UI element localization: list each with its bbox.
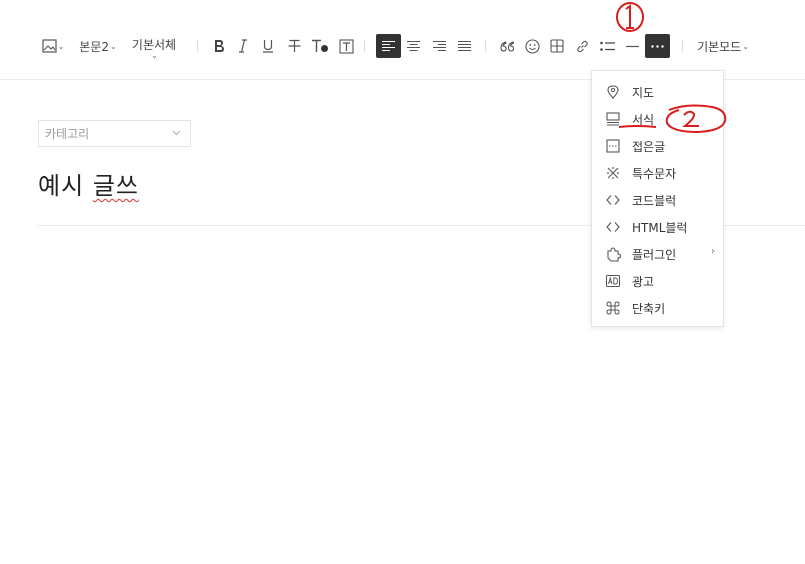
menu-item-map[interactable]: 지도: [592, 78, 723, 105]
chevron-down-icon: [172, 130, 181, 136]
align-right-icon: [432, 40, 446, 51]
align-justify-icon: [457, 40, 471, 51]
post-title-input[interactable]: 예시 글쓰: [38, 166, 139, 201]
menu-item-label: 접은글: [632, 140, 666, 154]
menu-item-label: 지도: [632, 86, 655, 100]
chevron-down-icon: ⌄: [57, 41, 65, 51]
strikethrough-button[interactable]: [285, 34, 303, 58]
font-family-select[interactable]: 기본서체 ⌄: [129, 34, 179, 60]
insert-image-button[interactable]: ⌄: [40, 34, 66, 58]
quote-button[interactable]: [497, 34, 517, 58]
menu-item-label: 코드블럭: [632, 194, 677, 208]
category-select[interactable]: 카테고리: [38, 120, 191, 147]
toolbar-divider: [197, 40, 198, 52]
paragraph-style-select[interactable]: 본문2 ⌄: [78, 34, 118, 58]
align-left-icon: [382, 40, 395, 51]
title-misspelled-text: 글쓰: [92, 172, 139, 200]
chevron-right-icon: ›: [711, 246, 715, 257]
html-code-icon: [605, 219, 621, 235]
menu-item-plugin[interactable]: 플러그인 ›: [592, 240, 723, 267]
align-justify-button[interactable]: [454, 34, 474, 58]
menu-item-label: 단축키: [632, 302, 666, 316]
category-placeholder: 카테고리: [45, 127, 90, 141]
more-options-button[interactable]: [645, 34, 670, 58]
italic-button[interactable]: [234, 34, 252, 58]
text-background-button[interactable]: [336, 34, 356, 58]
command-icon: [605, 300, 621, 316]
menu-item-html-block[interactable]: HTML블럭: [592, 213, 723, 240]
emoticon-button[interactable]: [522, 34, 542, 58]
chevron-down-icon: ⌄: [110, 41, 117, 51]
bold-icon: [215, 40, 224, 52]
map-pin-icon: [605, 84, 621, 100]
editor-toolbar: ⌄ 본문2 ⌄ 기본서체 ⌄ 기본모드 ⌄: [0, 0, 805, 80]
more-options-dropdown: 지도 서식 접은글 특수문자 코드블럭 HTML블럭 플러그인 › 광고 단축키: [591, 70, 724, 327]
menu-item-fold[interactable]: 접은글: [592, 132, 723, 159]
bold-button[interactable]: [210, 34, 228, 58]
menu-item-code-block[interactable]: 코드블럭: [592, 186, 723, 213]
fold-icon: [605, 138, 621, 154]
text-color-button[interactable]: [310, 34, 330, 58]
menu-item-label: 광고: [632, 275, 655, 289]
strikethrough-icon: [288, 39, 300, 52]
chevron-down-icon: ⌄: [151, 50, 158, 60]
menu-item-label: HTML블럭: [632, 221, 688, 235]
editor-mode-select[interactable]: 기본모드 ⌄: [694, 34, 752, 58]
paragraph-style-label: 본문2: [79, 39, 109, 54]
toolbar-divider: [364, 40, 365, 52]
text-color-icon: [312, 39, 328, 52]
code-icon: [605, 192, 621, 208]
quote-icon: [500, 40, 514, 52]
align-left-button[interactable]: [376, 34, 401, 58]
link-icon: [576, 40, 588, 52]
text-background-icon: [338, 38, 354, 54]
align-center-button[interactable]: [403, 34, 423, 58]
font-family-label: 기본서체: [131, 37, 177, 52]
horizontal-line-button[interactable]: [622, 34, 642, 58]
image-icon: [42, 39, 57, 53]
plugin-icon: [605, 246, 621, 262]
menu-item-label: 서식: [632, 113, 655, 127]
menu-item-ad[interactable]: 광고: [592, 267, 723, 294]
title-text: 예시: [38, 172, 85, 200]
smiley-icon: [524, 38, 540, 54]
align-right-button[interactable]: [429, 34, 449, 58]
link-button[interactable]: [572, 34, 592, 58]
menu-item-label: 플러그인: [632, 248, 677, 262]
special-char-icon: [605, 165, 621, 181]
ad-icon: [605, 273, 621, 289]
table-button[interactable]: [547, 34, 567, 58]
menu-item-shortcuts[interactable]: 단축키: [592, 294, 723, 321]
underline-icon: [263, 40, 273, 53]
menu-item-template[interactable]: 서식: [592, 105, 723, 132]
menu-item-label: 특수문자: [632, 167, 677, 181]
chevron-down-icon: ⌄: [742, 41, 749, 51]
template-icon: [605, 111, 621, 127]
table-icon: [550, 39, 564, 53]
toolbar-divider: [485, 40, 486, 52]
more-dots-icon: [651, 44, 664, 48]
toolbar-divider: [682, 40, 683, 52]
underline-button[interactable]: [259, 34, 277, 58]
menu-item-special-char[interactable]: 특수문자: [592, 159, 723, 186]
italic-icon: [239, 39, 247, 53]
horizontal-line-icon: [625, 45, 639, 47]
align-center-icon: [406, 40, 420, 51]
bullet-list-icon: [599, 41, 615, 51]
editor-mode-label: 기본모드: [697, 39, 742, 54]
bullet-list-button[interactable]: [597, 34, 617, 58]
